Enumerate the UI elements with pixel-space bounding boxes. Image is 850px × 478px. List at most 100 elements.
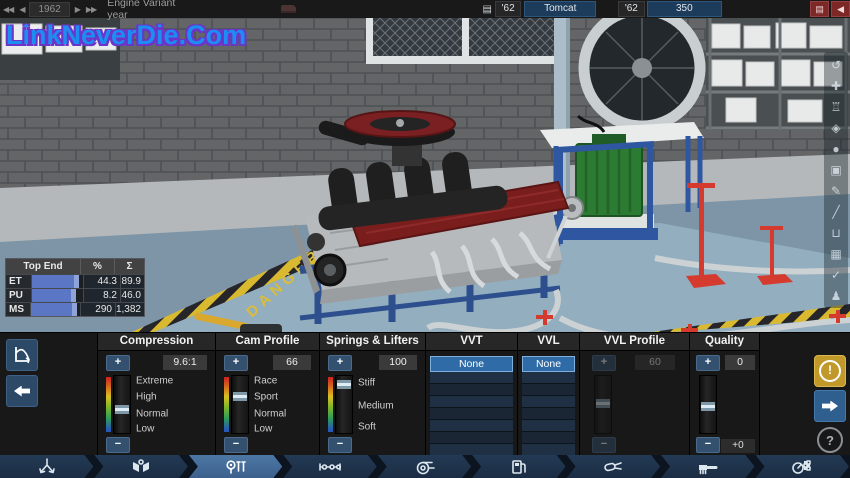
compression-column: Compression + 9.6:1 Extreme High Normal …: [98, 333, 216, 456]
tab-crankshaft[interactable]: [283, 455, 376, 478]
vvl-list-row[interactable]: [522, 408, 575, 420]
springs-slider[interactable]: [335, 375, 353, 434]
next-button[interactable]: [814, 390, 846, 422]
springs-minus-button[interactable]: −: [328, 437, 352, 453]
tab-testing[interactable]: [756, 455, 849, 478]
table-row: PU 8.2 46.0: [6, 288, 144, 302]
compression-slider[interactable]: [113, 375, 131, 434]
quality-delta-value: +0: [721, 439, 755, 453]
family-name-field[interactable]: Tomcat: [524, 1, 596, 17]
year-last-button[interactable]: ▶▶: [83, 5, 99, 14]
compression-gradient: [106, 377, 111, 432]
help-button[interactable]: ?: [817, 427, 843, 453]
cam-slider-handle[interactable]: [233, 395, 247, 398]
vvl-list-row[interactable]: [522, 432, 575, 444]
vvl-list-row[interactable]: [522, 420, 575, 432]
dyno-graph-button[interactable]: [6, 339, 38, 371]
tab-aspiration[interactable]: [378, 455, 471, 478]
arrow-left-icon: [14, 386, 30, 397]
quality-slider-handle[interactable]: [701, 405, 715, 408]
compression-plus-button[interactable]: +: [106, 355, 130, 371]
year-first-button[interactable]: ◀◀: [0, 5, 16, 14]
vvt-list-row[interactable]: [430, 372, 513, 384]
cam-slider[interactable]: [231, 375, 249, 434]
engine-designer-screen: ◀◀ ◀ 1962 ▶ ▶▶ Engine Variant year ▤ '62…: [0, 0, 850, 478]
year-prev-button[interactable]: ◀: [16, 5, 27, 14]
tab-top-end[interactable]: [189, 455, 282, 478]
keyboard-icon[interactable]: ▤: [482, 4, 491, 15]
cam-gradient: [224, 377, 229, 432]
screenshot-icon[interactable]: ▣: [824, 159, 848, 180]
vvt-list-row[interactable]: [430, 396, 513, 408]
vvl-list-row[interactable]: [522, 396, 575, 408]
variant-name-field[interactable]: 350: [647, 1, 722, 17]
pan-icon[interactable]: ✚: [824, 75, 848, 96]
top-bar: ◀◀ ◀ 1962 ▶ ▶▶ Engine Variant year ▤ '62…: [0, 0, 850, 18]
vvt-list: None: [430, 356, 513, 454]
vvl-list-row[interactable]: [522, 372, 575, 384]
stats-sum-header: Σ: [115, 259, 144, 274]
stat-bar: [32, 275, 79, 288]
springs-value[interactable]: 100: [379, 355, 417, 370]
compression-value[interactable]: 9.6:1: [163, 355, 207, 370]
springs-slider-handle[interactable]: [337, 383, 351, 386]
gauge-checkered-icon: [791, 458, 813, 476]
ball-icon[interactable]: ●: [824, 138, 848, 159]
tab-engine-block[interactable]: [94, 455, 187, 478]
cup-icon[interactable]: ⊔: [824, 222, 848, 243]
quality-minus-button[interactable]: −: [696, 437, 720, 453]
tab-family[interactable]: [0, 455, 93, 478]
quality-slider[interactable]: [699, 375, 717, 434]
pencil-icon[interactable]: ✎: [824, 180, 848, 201]
stats-title: Top End: [6, 259, 81, 274]
quality-plus-button[interactable]: +: [696, 355, 720, 371]
cam-minus-button[interactable]: −: [224, 437, 248, 453]
turbo-icon: [413, 458, 435, 476]
vvl-option-none[interactable]: None: [522, 356, 575, 372]
vvt-list-row[interactable]: [430, 432, 513, 444]
variant-year-field[interactable]: '62: [618, 1, 645, 17]
vvt-column: VVT None: [426, 333, 518, 456]
engine-icon[interactable]: ◈: [824, 117, 848, 138]
compression-header: Compression: [98, 333, 215, 351]
keyboard-shortcuts-button[interactable]: ▤: [810, 1, 829, 17]
vvt-list-row[interactable]: [430, 408, 513, 420]
engine-block-icon: [130, 458, 152, 476]
tab-fuel-system[interactable]: [472, 455, 565, 478]
ruler-icon[interactable]: ╱: [824, 201, 848, 222]
vvt-list-row[interactable]: [430, 384, 513, 396]
tuning-panel: Compression + 9.6:1 Extreme High Normal …: [0, 332, 850, 456]
springs-header: Springs & Lifters: [320, 333, 425, 351]
back-button[interactable]: [6, 375, 38, 407]
exclamation-icon: !: [819, 360, 841, 382]
vvl-column: VVL None: [518, 333, 580, 456]
vvt-option-none[interactable]: None: [430, 356, 513, 372]
car-icon: [281, 5, 296, 13]
cam-plus-button[interactable]: +: [224, 355, 248, 371]
panel-left-zone: [0, 333, 98, 456]
year-next-button[interactable]: ▶: [72, 5, 83, 14]
character-icon[interactable]: ♟: [824, 285, 848, 306]
warning-button[interactable]: !: [814, 355, 846, 387]
compression-minus-button[interactable]: −: [106, 437, 130, 453]
trophy-icon[interactable]: ♖: [824, 96, 848, 117]
family-year-field[interactable]: '62: [495, 1, 522, 17]
check-icon[interactable]: ✓: [824, 264, 848, 285]
quality-value[interactable]: 0: [725, 355, 755, 370]
top-back-button[interactable]: ◀: [831, 1, 850, 17]
table-row: MS 290 1,382: [6, 302, 144, 316]
springs-plus-button[interactable]: +: [328, 355, 352, 371]
vvt-list-row[interactable]: [430, 420, 513, 432]
tab-exhaust[interactable]: [567, 455, 660, 478]
camera-reset-icon[interactable]: ↺: [824, 54, 848, 75]
springs-gradient: [328, 377, 333, 432]
cam-value[interactable]: 66: [273, 355, 311, 370]
tab-finish[interactable]: [661, 455, 754, 478]
crate-icon[interactable]: ▦: [824, 243, 848, 264]
graph-icon: [12, 345, 32, 365]
cam-profile-column: Cam Profile + 66 Race Sport Normal Low −: [216, 333, 320, 456]
vvl-profile-column: VVL Profile + 60 −: [580, 333, 690, 456]
compression-slider-handle[interactable]: [115, 408, 129, 411]
quality-header: Quality: [690, 333, 759, 351]
vvl-list-row[interactable]: [522, 384, 575, 396]
